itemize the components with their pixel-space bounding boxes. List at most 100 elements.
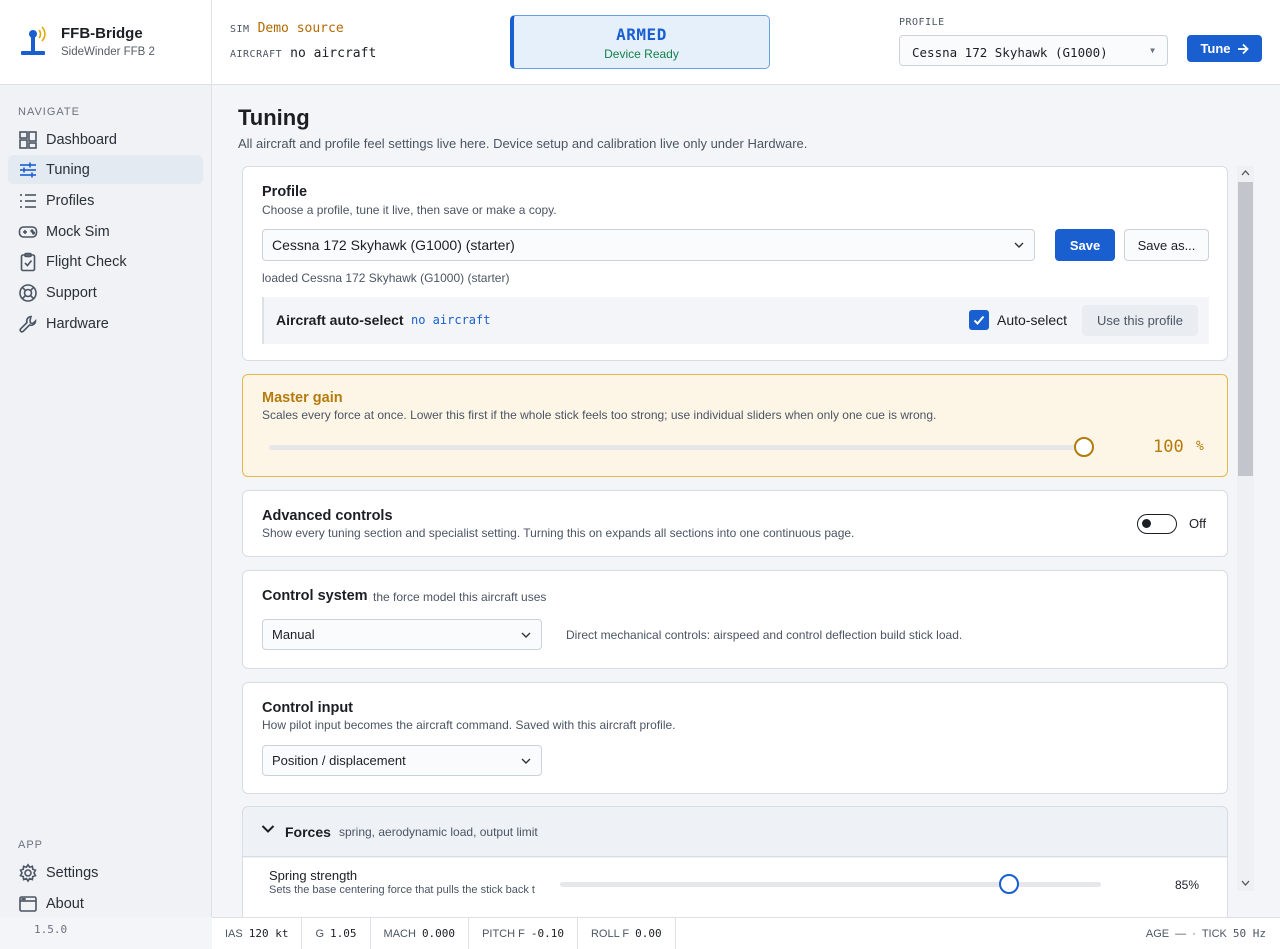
sidebar-item-tuning[interactable]: Tuning (8, 155, 203, 184)
aircraft-label: AIRCRAFT (230, 49, 283, 60)
sidebar-item-dashboard[interactable]: Dashboard (8, 125, 203, 154)
control-input-card: Control input How pilot input becomes th… (242, 682, 1228, 794)
nav-heading: NAVIGATE (18, 106, 80, 118)
aircraft-value: no aircraft (290, 46, 377, 61)
forces-title: Forces (285, 824, 331, 840)
app-heading: APP (18, 839, 44, 851)
toggle-knob (1142, 519, 1151, 528)
control-input-title: Control input (262, 700, 354, 716)
spring-strength-track[interactable] (560, 874, 1101, 894)
autoselect-checkbox-label: Auto-select (997, 312, 1068, 328)
chevron-down-icon (1014, 242, 1024, 248)
sidebar-item-mock-sim[interactable]: Mock Sim (8, 217, 203, 246)
sidebar: FFB-Bridge SideWinder FFB 2 NAVIGATE Das… (0, 0, 212, 917)
brand-name: FFB-Bridge (61, 25, 143, 42)
chevron-down-icon (521, 758, 531, 764)
sidebar-item-support[interactable]: Support (8, 278, 203, 307)
pitch-force-readout: PITCH F -0.10 (469, 917, 578, 949)
sim-status: SIM Demo source (230, 21, 344, 36)
g-readout: G 1.05 (302, 917, 371, 949)
scroll-down-icon[interactable] (1241, 879, 1250, 887)
spring-strength-value: 85% (1175, 878, 1200, 892)
roll-label: ROLL F (590, 927, 630, 940)
header-profile-select[interactable]: Cessna 172 Skyhawk (G1000) ▼ (899, 35, 1168, 66)
app-version: 1.5.0 (34, 923, 68, 936)
dashboard-grid-icon (18, 130, 38, 150)
main-scrollbar[interactable] (1237, 166, 1254, 891)
sidebar-item-label: Dashboard (46, 131, 117, 148)
spring-strength-slider-handle[interactable] (999, 874, 1020, 894)
main-content: Tuning All aircraft and profile feel set… (212, 86, 1280, 917)
save-button[interactable]: Save (1055, 229, 1115, 261)
aircraft-status: AIRCRAFT no aircraft (230, 46, 376, 61)
sidebar-item-hardware[interactable]: Hardware (8, 309, 203, 338)
clipboard-check-icon (18, 252, 38, 272)
advanced-controls-card: Advanced controls Show every tuning sect… (242, 490, 1228, 557)
control-system-note: Direct mechanical controls: airspeed and… (566, 628, 963, 642)
profile-select[interactable]: Cessna 172 Skyhawk (G1000) (starter) (262, 229, 1035, 261)
sidebar-item-profiles[interactable]: Profiles (8, 186, 203, 215)
armed-status-badge: ARMED Device Ready (510, 15, 770, 69)
profile-select-value: Cessna 172 Skyhawk (G1000) (starter) (272, 237, 515, 253)
forces-header[interactable]: Forces spring, aerodynamic load, output … (243, 807, 1227, 857)
master-gain-unit: % (1196, 439, 1204, 454)
control-system-card: Control system the force model this airc… (242, 570, 1228, 669)
armed-title: ARMED (616, 25, 667, 44)
sliders-icon (18, 160, 38, 180)
master-gain-value: 100 (1153, 437, 1184, 457)
autoselect-title: Aircraft auto-select (276, 312, 404, 328)
ias-value: 120 kt (248, 927, 289, 940)
mach-readout: MACH 0.000 (371, 917, 470, 949)
master-gain-title: Master gain (262, 390, 343, 406)
telemetry-footer: IAS 120 kt G 1.05 MACH 0.000 PITCH F -0.10 R… (212, 917, 1280, 949)
tune-button-label: Tune (1200, 41, 1231, 56)
sidebar-item-label: Mock Sim (46, 223, 110, 240)
forces-card: Forces spring, aerodynamic load, output … (242, 806, 1228, 917)
control-input-select[interactable]: Position / displacement (262, 745, 542, 776)
control-system-title: Control system (262, 588, 368, 604)
scroll-up-icon[interactable] (1241, 169, 1250, 177)
save-as-button[interactable]: Save as... (1124, 229, 1209, 261)
advanced-toggle-state: Off (1189, 516, 1207, 531)
age-label: AGE (1145, 927, 1170, 940)
age-value: — (1175, 927, 1187, 940)
tune-button[interactable]: Tune (1187, 35, 1262, 62)
ias-label: IAS (225, 927, 243, 940)
ias-readout: IAS 120 kt (212, 917, 303, 949)
tick-value: 50 Hz (1232, 927, 1266, 940)
sidebar-item-settings[interactable]: Settings (8, 858, 203, 887)
spring-strength-description: Sets the base centering force that pulls… (269, 884, 535, 896)
profile-label: PROFILE (899, 17, 945, 28)
sidebar-item-label: Settings (46, 864, 99, 881)
sim-value: Demo source (257, 21, 344, 36)
use-this-profile-button[interactable]: Use this profile (1082, 305, 1198, 336)
sidebar-item-label: Tuning (46, 161, 90, 178)
autoselect-checkbox[interactable] (969, 310, 989, 330)
profile-card-title: Profile (262, 184, 308, 200)
advanced-controls-toggle[interactable] (1137, 514, 1177, 534)
lifebuoy-icon (18, 283, 38, 303)
page-title: Tuning (238, 105, 310, 130)
sidebar-item-label: Hardware (46, 315, 109, 332)
header-profile-value: Cessna 172 Skyhawk (G1000) (912, 45, 1108, 60)
mach-value: 0.000 (421, 927, 456, 940)
sidebar-item-about[interactable]: About (8, 889, 203, 918)
control-system-select[interactable]: Manual (262, 619, 542, 650)
sidebar-item-flight-check[interactable]: Flight Check (8, 247, 203, 276)
gamepad-icon (18, 222, 38, 242)
chevron-down-icon (261, 825, 275, 833)
roll-force-readout: ROLL F 0.00 (578, 917, 676, 949)
master-gain-slider-handle[interactable] (1074, 437, 1094, 457)
checkmark-icon (973, 315, 985, 325)
caret-down-icon: ▼ (1150, 46, 1155, 55)
control-system-subtitle: the force model this aircraft uses (373, 590, 547, 604)
master-gain-track[interactable] (269, 437, 1094, 457)
advanced-controls-description: Show every tuning section and specialist… (262, 526, 855, 540)
top-header: SIM Demo source AIRCRAFT no aircraft ARM… (212, 0, 1280, 85)
brand-subtitle: SideWinder FFB 2 (61, 46, 155, 58)
aircraft-autoselect-panel: Aircraft auto-select no aircraft Auto-se… (262, 297, 1209, 344)
scroll-thumb[interactable] (1238, 182, 1253, 476)
chevron-down-icon (521, 632, 531, 638)
g-label: G (315, 927, 325, 940)
separator-dot: · (1192, 927, 1196, 940)
